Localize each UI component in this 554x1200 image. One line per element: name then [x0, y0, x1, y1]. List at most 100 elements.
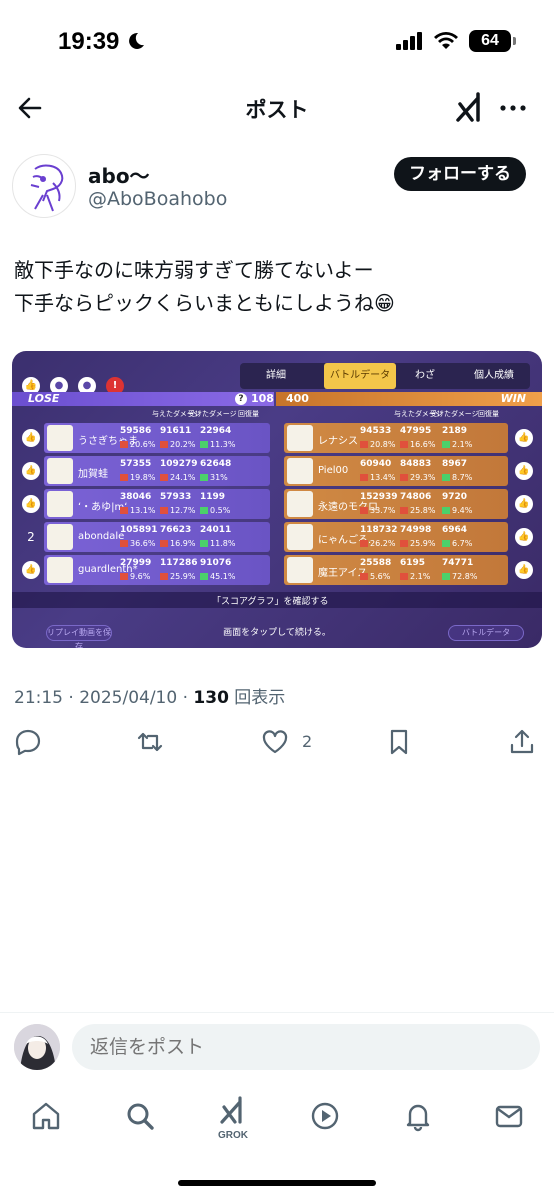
pokemon-portrait: [287, 458, 313, 484]
game-tab-active: バトルデータ: [324, 363, 396, 389]
pokemon-portrait: [47, 458, 73, 484]
stat-bar: [442, 507, 450, 514]
pokemon-portrait: [47, 425, 73, 451]
like-icon[interactable]: [261, 728, 289, 756]
stat-percent: 31%: [210, 473, 228, 482]
player-name: 加賀蛙: [78, 469, 108, 480]
stat-percent: 26.2%: [370, 539, 396, 548]
lose-team-row: 加賀蛙 57355 19.8% 109279 24.1% 62648 31%: [44, 456, 270, 486]
col-header: 回復量: [238, 410, 259, 418]
stat-percent: 36.6%: [130, 539, 156, 548]
stat-value: 6964: [442, 525, 468, 535]
post-line: 敵下手なのに味方弱すぎて勝てないよー: [14, 258, 374, 282]
stat-bar: [442, 540, 450, 547]
stat-percent: 13.4%: [370, 473, 396, 482]
reply-input[interactable]: [72, 1024, 540, 1070]
bookmark-icon[interactable]: [385, 728, 413, 756]
stat-bar: [400, 474, 408, 481]
wifi-icon: [434, 32, 458, 49]
stat-percent: 12.7%: [170, 506, 196, 515]
grok-tab-icon[interactable]: [217, 1094, 249, 1126]
stat-value: 60940: [360, 459, 392, 469]
stat-bar: [160, 573, 168, 580]
battle-data-button: バトルデータ: [448, 625, 524, 641]
stat-percent: 25.8%: [410, 506, 436, 515]
pokemon-portrait: [287, 524, 313, 550]
stat-value: 2189: [442, 426, 468, 436]
stat-bar: [120, 507, 128, 514]
search-icon[interactable]: [124, 1100, 156, 1132]
stat-percent: 24.1%: [170, 473, 196, 482]
stat-bar: [200, 540, 208, 547]
stat-bar: [400, 507, 408, 514]
views-label: 回表示: [228, 688, 286, 708]
author-handle[interactable]: @AboBoahobo: [88, 188, 227, 210]
author-name[interactable]: abo～: [88, 160, 150, 189]
stat-percent: 0.5%: [210, 506, 231, 515]
score-graph-link[interactable]: 「スコアグラフ」を確認する: [12, 592, 542, 608]
stat-percent: 72.8%: [452, 572, 478, 581]
win-team-row: レナシス 94533 20.8% 47995 16.6% 2189 2.1%: [284, 423, 508, 453]
stat-bar: [160, 474, 168, 481]
stat-value: 74771: [442, 558, 474, 568]
moon-icon: [129, 32, 144, 49]
messages-icon[interactable]: [493, 1100, 525, 1132]
lose-team-row: guardlenth* 27999 9.6% 117286 25.9% 91076 45.1…: [44, 555, 270, 585]
like-player-icon: 👍: [515, 528, 533, 546]
win-label: WIN: [500, 392, 526, 405]
win-team-row: Piel00 60940 13.4% 84883 29.3% 8967 8.7%: [284, 456, 508, 486]
stat-percent: 11.3%: [210, 440, 236, 449]
author-avatar[interactable]: [12, 154, 76, 218]
home-icon[interactable]: [30, 1100, 62, 1132]
stat-bar: [120, 441, 128, 448]
stat-value: 27999: [120, 558, 152, 568]
stat-bar: [200, 507, 208, 514]
avatar-drawing: [30, 164, 64, 212]
like-player-icon: 👍: [515, 561, 533, 579]
stat-value: 118732: [360, 525, 398, 535]
stat-value: 74806: [400, 492, 432, 502]
stat-value: 8967: [442, 459, 468, 469]
col-header: 受けたダメージ: [430, 410, 479, 418]
status-time: 19:39: [58, 28, 120, 55]
game-tab: 個人成績: [474, 370, 514, 381]
stat-percent: 5.6%: [370, 572, 391, 581]
lose-label: LOSE: [28, 392, 60, 405]
divider: [0, 1012, 554, 1013]
win-team-row: 永遠のモクロ 152939 33.7% 74806 25.8% 9720 9.4%: [284, 489, 508, 519]
stat-percent: 25.9%: [170, 572, 196, 581]
battery-icon: 64: [469, 30, 516, 52]
col-header: 受けたダメージ: [188, 410, 237, 418]
home-indicator: [178, 1180, 376, 1186]
stat-bar: [360, 507, 368, 514]
reply-icon[interactable]: [14, 728, 42, 756]
rank-number: 2: [27, 530, 35, 544]
more-options-icon[interactable]: [498, 96, 528, 120]
like-count: 2: [302, 732, 313, 751]
stat-bar: [442, 441, 450, 448]
video-icon[interactable]: [309, 1100, 341, 1132]
stat-value: 91076: [200, 558, 232, 568]
grok-icon[interactable]: [452, 90, 488, 126]
lose-bar: LOSE ? 108: [12, 392, 274, 406]
pokemon-portrait: [47, 524, 73, 550]
stat-percent: 2.1%: [452, 440, 473, 449]
pokemon-portrait: [287, 425, 313, 451]
stat-percent: 33.7%: [370, 506, 396, 515]
stat-bar: [400, 573, 408, 580]
repost-icon[interactable]: [136, 728, 164, 756]
share-icon[interactable]: [508, 728, 536, 756]
notifications-icon[interactable]: [402, 1100, 434, 1132]
stat-value: 117286: [160, 558, 198, 568]
user-avatar: [14, 1024, 60, 1070]
post-timestamp: 21:15 · 2025/04/10 ·: [14, 688, 194, 708]
post-image[interactable]: 👍 ● ●! 詳細 バトルデータ わざ 個人成績 LOSE ? 108 400 WI…: [12, 351, 542, 648]
score-graph-label: 「スコアグラフ」を確認する: [212, 597, 329, 607]
stat-value: 25588: [360, 558, 392, 568]
follow-button[interactable]: フォローする: [394, 157, 526, 191]
stat-percent: 20.2%: [170, 440, 196, 449]
lose-team-row: abondale 105891 36.6% 76623 16.9% 24011 11.8%: [44, 522, 270, 552]
lose-team-row: うさぎちゃま 59586 20.6% 91611 20.2% 22964 11.3%: [44, 423, 270, 453]
stat-percent: 9.6%: [130, 572, 151, 581]
stat-percent: 16.6%: [410, 440, 436, 449]
